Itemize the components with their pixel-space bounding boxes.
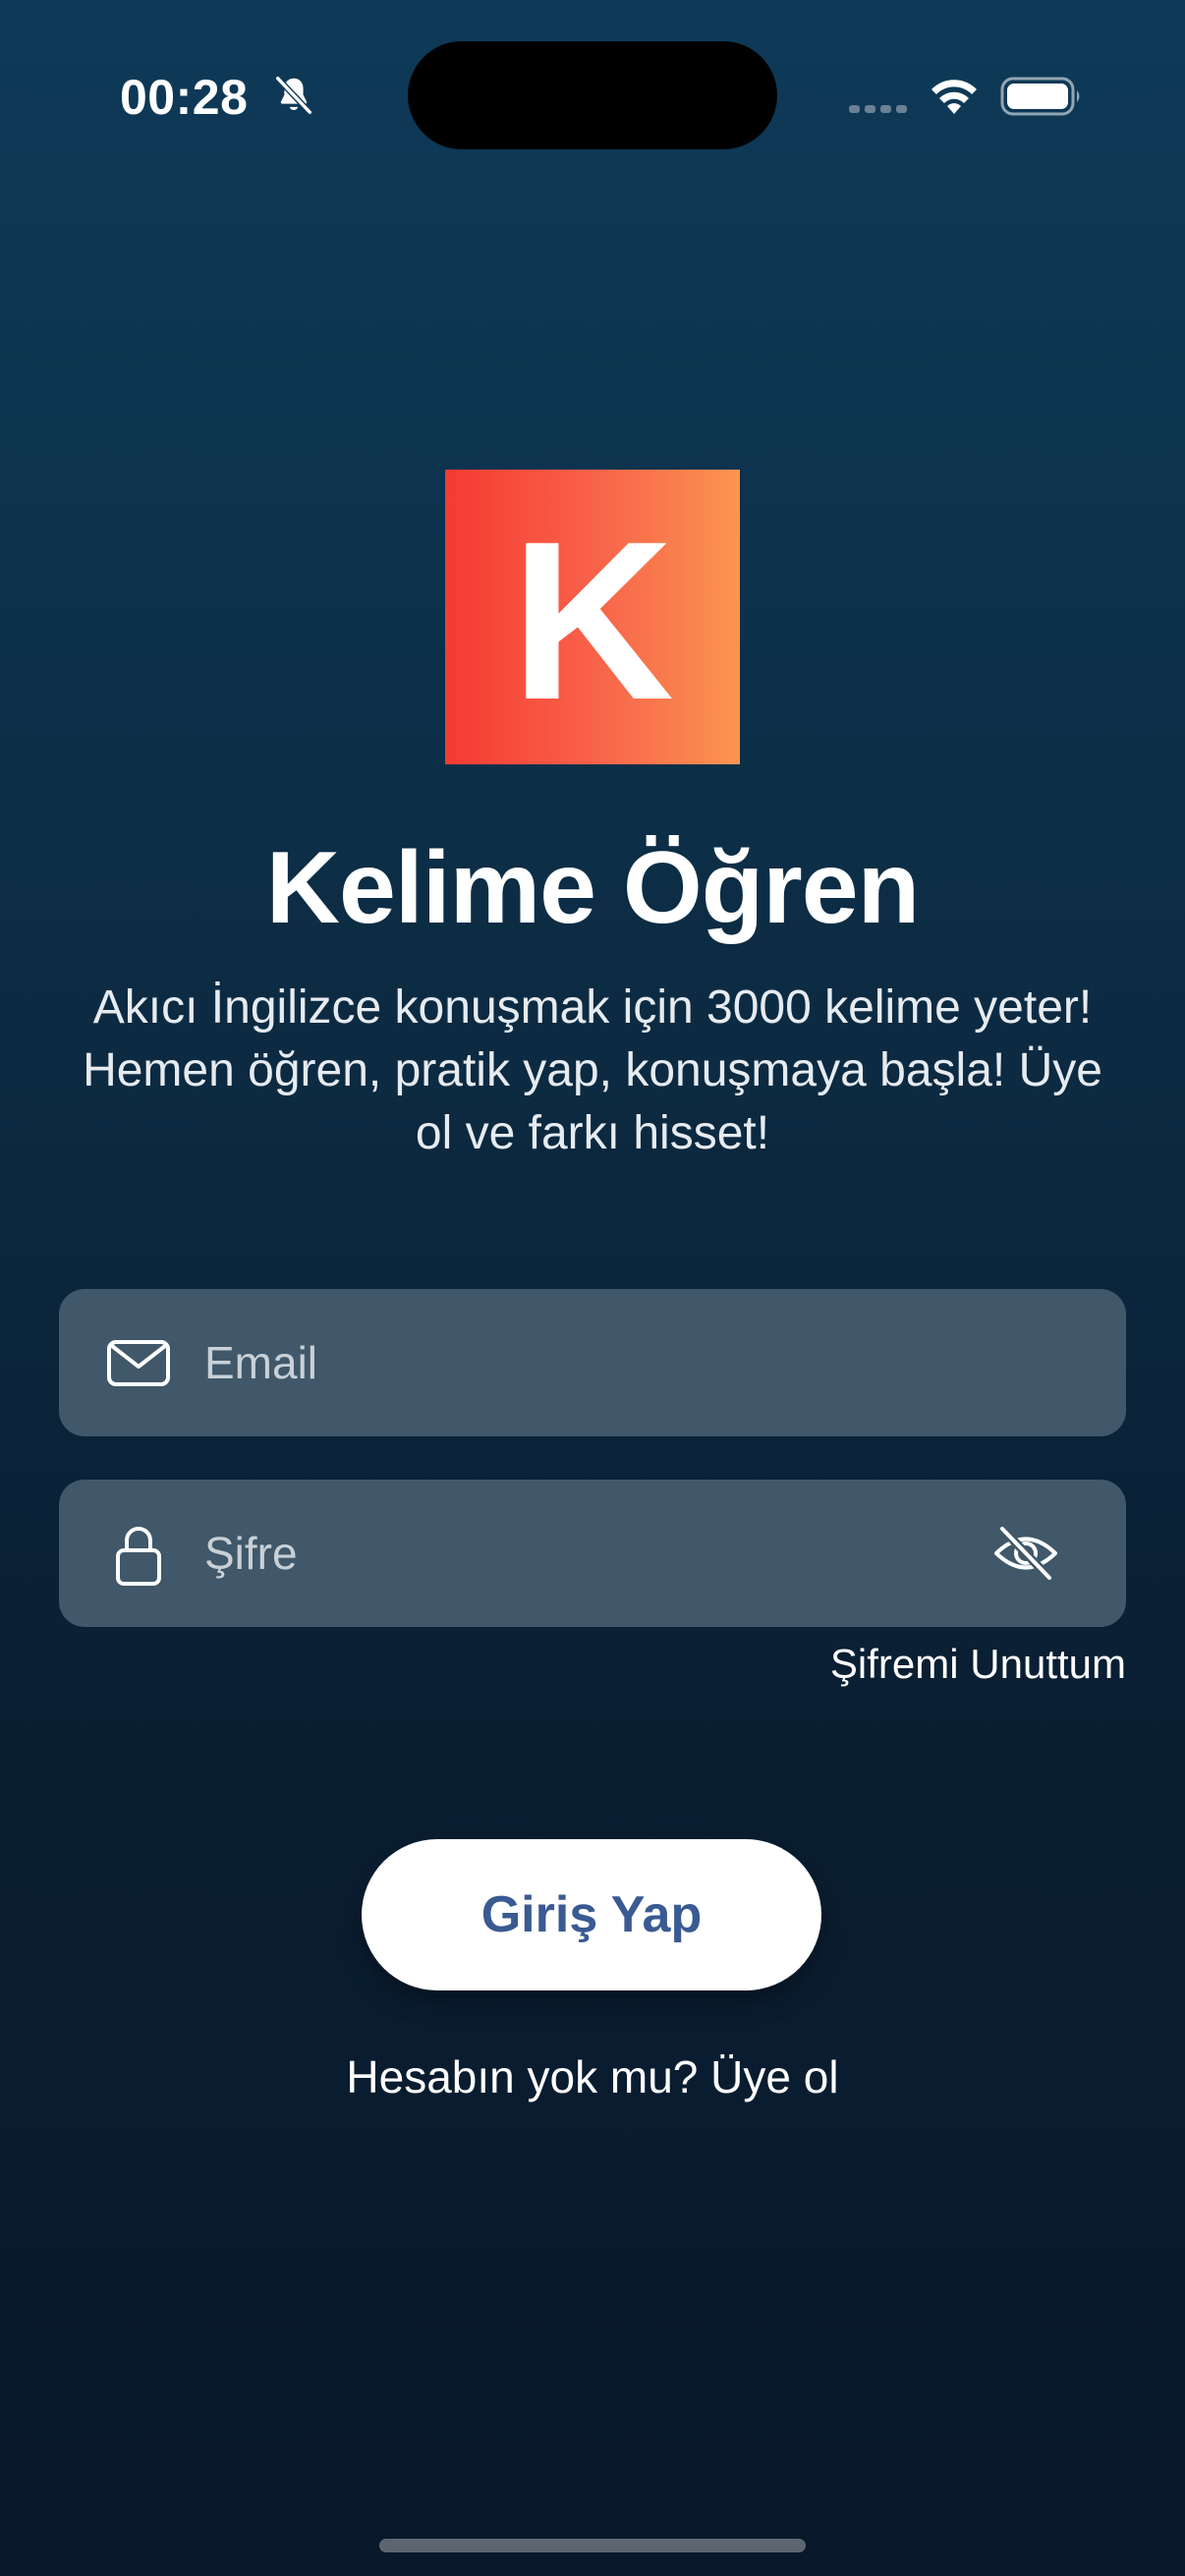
password-field[interactable]: [59, 1480, 1126, 1627]
dynamic-island: [408, 41, 777, 149]
signal-icon: [849, 105, 907, 113]
email-input[interactable]: [204, 1289, 1008, 1436]
app-logo: K: [445, 470, 740, 764]
logo-letter: K: [510, 494, 675, 747]
eye-slash-icon[interactable]: [992, 1523, 1059, 1584]
email-field[interactable]: [59, 1289, 1126, 1436]
home-indicator[interactable]: [379, 2539, 806, 2552]
lock-icon: [116, 1527, 161, 1586]
app-tagline: Akıcı İngilizce konuşmak için 3000 kelim…: [83, 981, 1102, 1159]
login-button[interactable]: Giriş Yap: [362, 1839, 821, 1990]
status-time: 00:28: [120, 70, 249, 125]
app-title: Kelime Öğren: [265, 831, 920, 945]
envelope-icon: [107, 1340, 170, 1386]
wifi-icon: [931, 80, 977, 114]
battery-icon: [1000, 77, 1080, 116]
forgot-password-link[interactable]: Şifremi Unuttum: [830, 1641, 1126, 1688]
password-input[interactable]: [204, 1480, 1008, 1627]
signup-link[interactable]: Hesabın yok mu? Üye ol: [0, 2050, 1185, 2103]
bell-slash-icon: [274, 75, 313, 116]
login-screen: 00:28 K Kelime Öğren Akıcı İngilizce kon…: [0, 0, 1185, 2576]
